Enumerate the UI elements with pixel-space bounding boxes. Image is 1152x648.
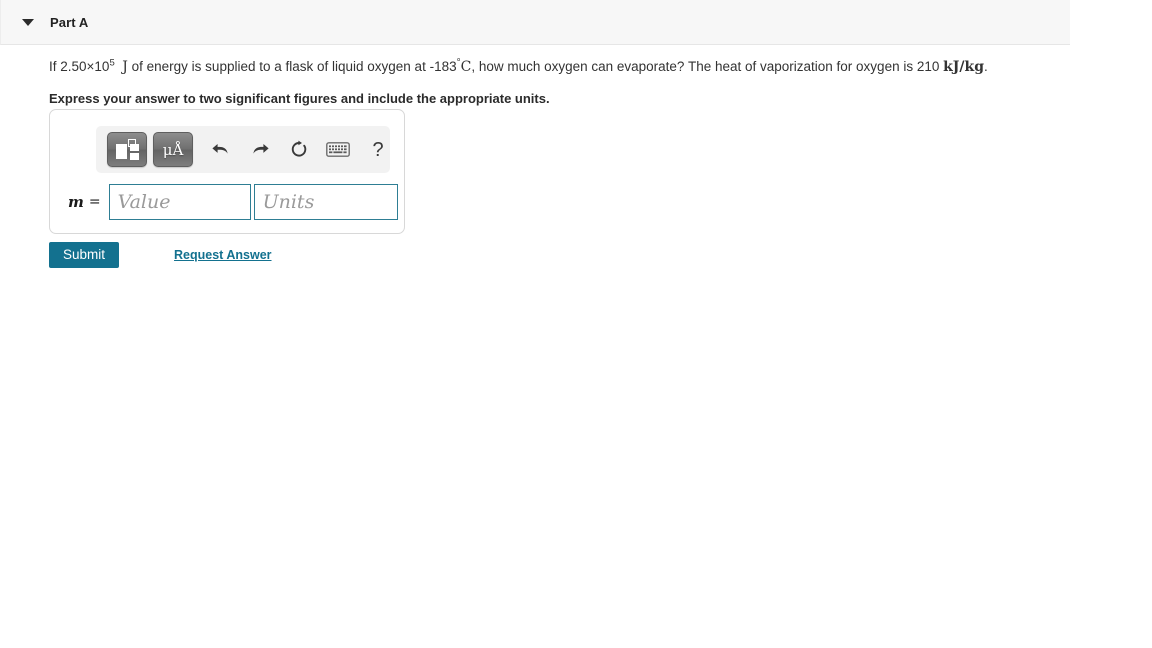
value-input[interactable] xyxy=(108,184,251,220)
help-button[interactable]: ? xyxy=(359,133,397,167)
question-end: . xyxy=(984,59,988,74)
question-after-temp: , how much oxygen can evaporate? The hea… xyxy=(471,59,944,74)
greek-units-icon: μÅ xyxy=(162,140,184,159)
question-block: If 2.50×105 J of energy is supplied to a… xyxy=(49,57,1009,108)
math-toolbar: μÅ ? xyxy=(96,126,390,173)
undo-button[interactable] xyxy=(202,133,240,167)
page-title: Part A xyxy=(50,14,89,30)
question-statement: If 2.50×105 J of energy is supplied to a… xyxy=(49,57,1009,77)
undo-arrow-icon xyxy=(212,143,228,154)
units-input[interactable] xyxy=(253,184,398,220)
answer-input-panel: μÅ ? m = Value Units xyxy=(49,109,405,234)
chevron-down-icon[interactable] xyxy=(22,15,36,29)
answer-input-row: m = xyxy=(68,184,398,220)
request-answer-link[interactable]: Request Answer xyxy=(174,248,271,262)
math-template-button[interactable] xyxy=(107,132,147,167)
redo-arrow-icon xyxy=(253,143,269,154)
question-middle: of energy is supplied to a flask of liqu… xyxy=(127,59,457,74)
question-prefix: If xyxy=(49,59,61,74)
answer-instruction: Express your answer to two significant f… xyxy=(49,91,550,106)
equals-sign: = xyxy=(88,194,101,210)
keyboard-button[interactable] xyxy=(319,133,357,167)
action-row: Submit Request Answer xyxy=(49,242,272,268)
enthalpy-unit: kJ/kg xyxy=(943,59,985,75)
submit-button[interactable]: Submit xyxy=(49,242,120,268)
math-template-icon xyxy=(115,139,139,160)
question-mark-icon: ? xyxy=(372,138,384,161)
reset-button[interactable] xyxy=(280,133,318,167)
reset-circular-arrow-icon xyxy=(291,140,307,157)
temperature-unit: C xyxy=(460,59,472,75)
greek-units-button[interactable]: μÅ xyxy=(153,132,193,167)
question-exponent: 5 xyxy=(109,57,115,69)
part-header[interactable]: Part A xyxy=(0,0,1070,45)
keyboard-icon xyxy=(326,142,350,157)
question-coefficient: 2.50×10 xyxy=(60,59,110,74)
variable-label: m xyxy=(68,193,84,211)
redo-button[interactable] xyxy=(241,133,279,167)
